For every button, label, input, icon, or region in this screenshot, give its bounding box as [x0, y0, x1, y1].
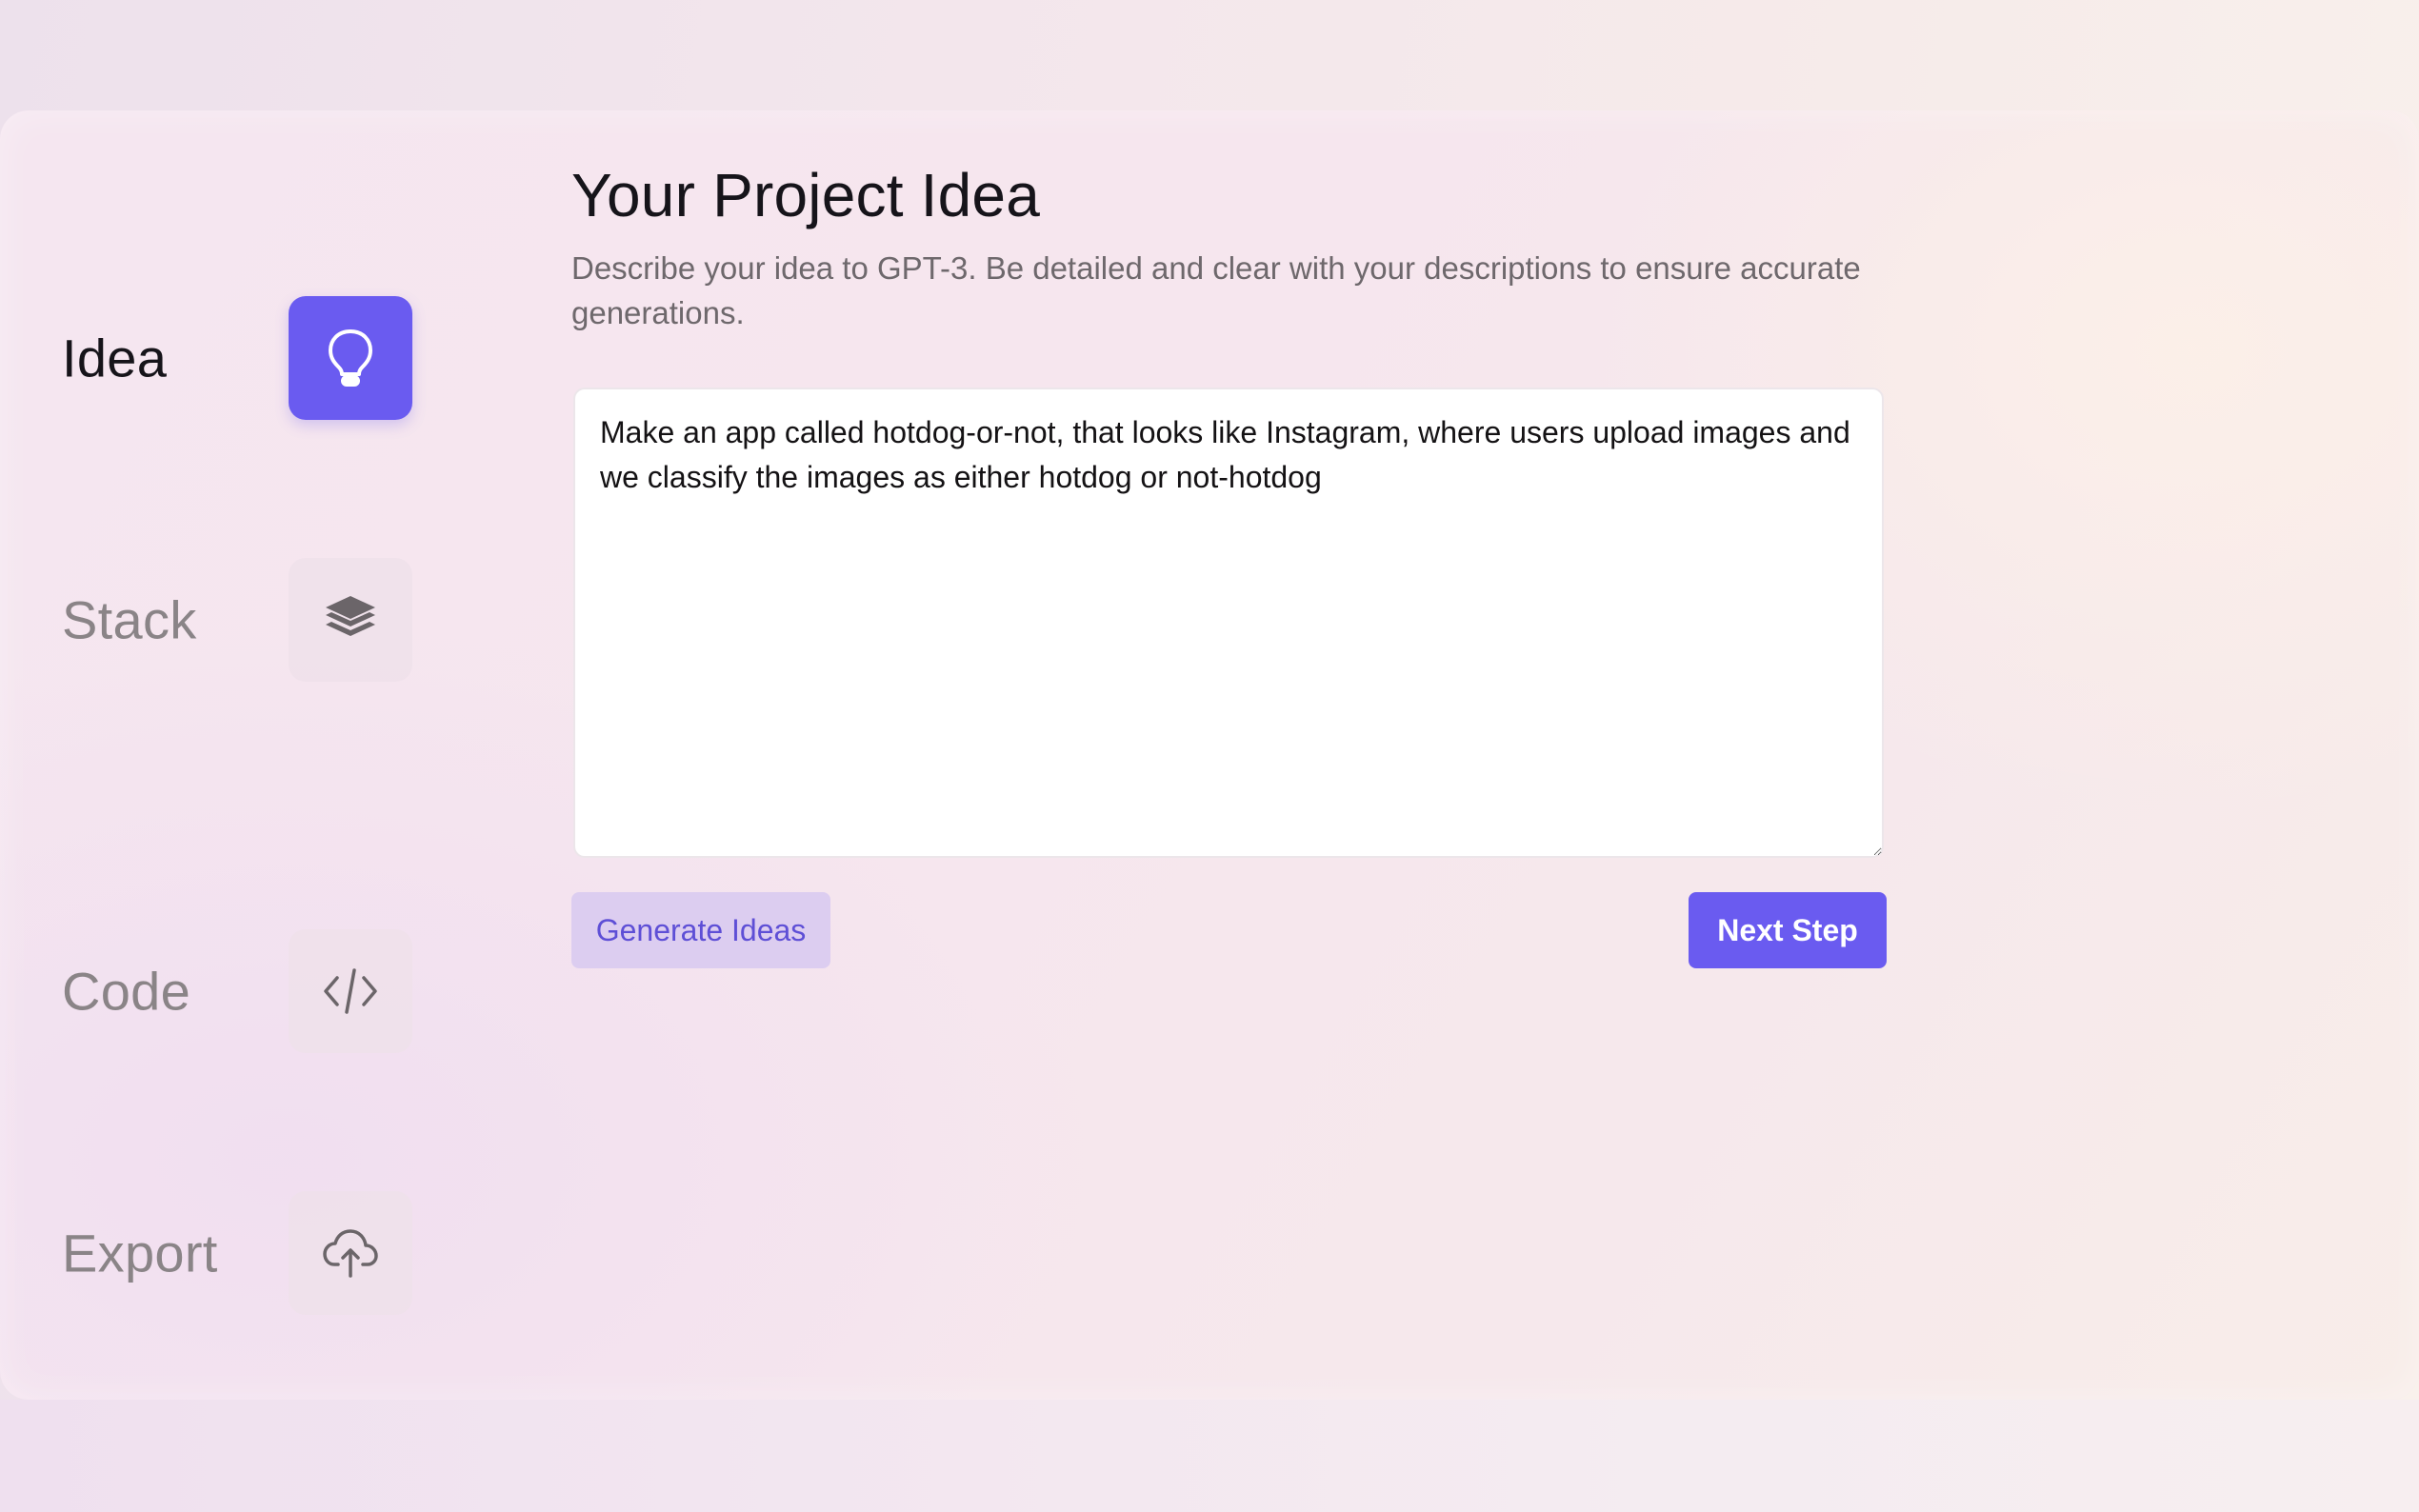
step-stack[interactable]: Stack — [0, 558, 419, 682]
step-idea[interactable]: Idea — [0, 296, 419, 420]
step-label-code: Code — [62, 961, 191, 1022]
page-background-bottom — [0, 1400, 2419, 1512]
step-label-export: Export — [62, 1223, 218, 1283]
cloud-upload-icon — [289, 1191, 412, 1315]
next-step-button[interactable]: Next Step — [1689, 892, 1887, 968]
step-label-idea: Idea — [62, 328, 168, 388]
code-icon — [289, 929, 412, 1053]
idea-description-input[interactable] — [573, 388, 1884, 858]
step-code[interactable]: Code — [0, 929, 419, 1053]
page-title: Your Project Idea — [571, 161, 1041, 229]
step-label-stack: Stack — [62, 589, 197, 650]
step-export[interactable]: Export — [0, 1191, 419, 1315]
page-subtitle: Describe your idea to GPT-3. Be detailed… — [571, 250, 1861, 330]
lightbulb-icon — [289, 296, 412, 420]
generate-ideas-button[interactable]: Generate Ideas — [571, 892, 830, 968]
layers-icon — [289, 558, 412, 682]
